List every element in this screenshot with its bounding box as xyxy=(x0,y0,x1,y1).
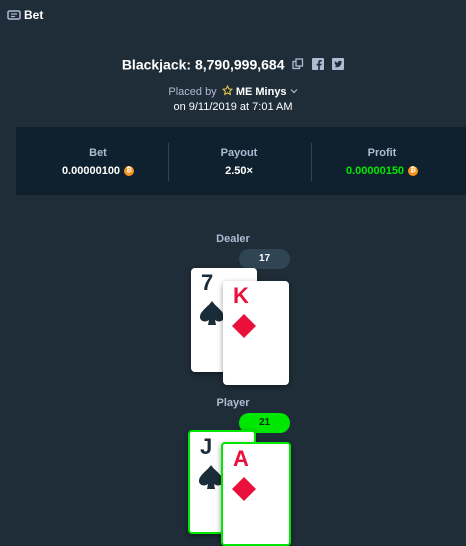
card-rank: 7 xyxy=(201,270,214,295)
card-rank: J xyxy=(200,434,213,459)
bet-amount: 0.00000100 ₿ xyxy=(23,165,173,177)
placed-by-label: Placed by xyxy=(168,86,217,98)
bet-id-title: Blackjack: 8,790,999,684 xyxy=(121,56,285,73)
bet-date: on 9/11/2019 at 7:01 AM xyxy=(173,101,293,113)
diamond-icon xyxy=(232,314,256,338)
modal-header: Bet xyxy=(0,0,466,30)
dealer-score: 17 xyxy=(239,249,290,269)
player-label: Player xyxy=(216,397,250,409)
bet-value: 0.00000100 xyxy=(61,165,121,177)
placed-by-row: Placed by ME Minys xyxy=(0,84,466,98)
dealer-label: Dealer xyxy=(216,233,250,245)
bet-ticket-icon xyxy=(7,10,21,20)
user-badge[interactable]: ME xyxy=(236,86,253,98)
card-rank: A xyxy=(233,446,249,471)
card-rank: K xyxy=(233,283,249,308)
payout-label: Payout xyxy=(220,147,258,159)
profit-amount: 0.00000150 ₿ xyxy=(307,165,457,177)
copy-icon[interactable] xyxy=(292,58,304,70)
stat-payout: Payout 2.50× xyxy=(164,127,314,195)
twitter-icon[interactable] xyxy=(332,58,345,71)
payout-value: 2.50× xyxy=(225,165,253,177)
stat-bet: Bet 0.00000100 ₿ xyxy=(23,127,173,195)
bet-title-row: Blackjack: 8,790,999,684 xyxy=(0,55,466,72)
bitcoin-icon: ₿ xyxy=(124,166,135,177)
star-icon xyxy=(221,84,233,96)
chevron-down-icon[interactable] xyxy=(290,87,298,95)
facebook-icon[interactable] xyxy=(312,58,325,71)
profit-label: Profit xyxy=(367,147,397,159)
dealer-card-2: K xyxy=(223,281,289,385)
user-name[interactable]: Minys xyxy=(255,86,286,98)
modal-title: Bet xyxy=(24,8,44,22)
bet-label: Bet xyxy=(89,147,107,159)
player-card-2: A xyxy=(221,442,291,546)
bet-stats-panel: Bet 0.00000100 ₿ Payout 2.50× Profit 0.00… xyxy=(16,127,466,195)
stat-profit: Profit 0.00000150 ₿ xyxy=(307,127,457,195)
bitcoin-icon: ₿ xyxy=(408,166,419,177)
profit-value: 0.00000150 xyxy=(345,165,405,177)
